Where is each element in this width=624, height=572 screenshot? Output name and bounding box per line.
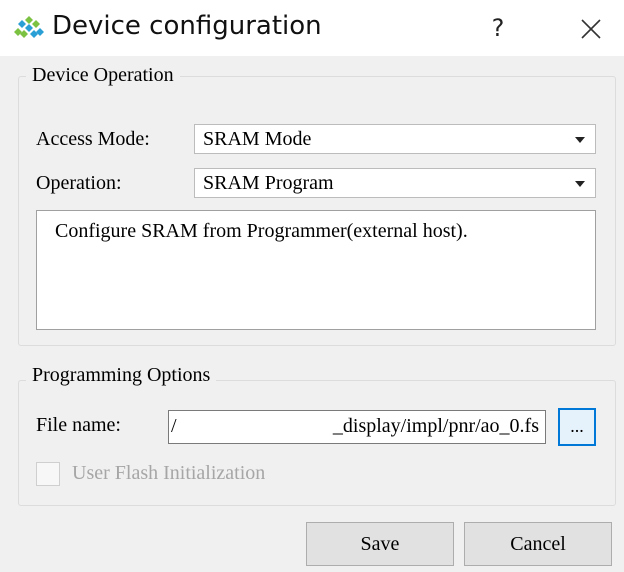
cancel-button[interactable]: Cancel	[464, 522, 612, 566]
user-flash-checkbox[interactable]	[36, 462, 60, 486]
save-button[interactable]: Save	[306, 522, 454, 566]
access-mode-select[interactable]: SRAM Mode	[194, 124, 596, 154]
operation-value: SRAM Program	[203, 172, 334, 194]
browse-button[interactable]: ...	[558, 408, 596, 446]
operation-description: Configure SRAM from Programmer(external …	[36, 210, 596, 330]
operation-label: Operation:	[36, 172, 122, 194]
access-mode-label: Access Mode:	[36, 128, 150, 150]
app-logo-icon	[14, 16, 44, 38]
device-operation-title: Device Operation	[26, 64, 180, 87]
dialog-body: Device Operation Access Mode: SRAM Mode …	[0, 56, 624, 572]
file-name-input[interactable]: / _display/impl/pnr/ao_0.fs	[168, 410, 546, 444]
chevron-down-icon	[575, 137, 585, 143]
help-button[interactable]: ?	[480, 10, 516, 46]
user-flash-label: User Flash Initialization	[72, 462, 266, 484]
window-title: Device configuration	[52, 11, 322, 41]
file-path-value: _display/impl/pnr/ao_0.fs	[332, 415, 539, 437]
title-bar: Device configuration ?	[0, 0, 624, 56]
programming-options-title: Programming Options	[26, 364, 217, 387]
close-icon[interactable]	[574, 12, 608, 46]
file-path-start: /	[171, 415, 177, 437]
operation-select[interactable]: SRAM Program	[194, 168, 596, 198]
file-name-label: File name:	[36, 414, 121, 436]
access-mode-value: SRAM Mode	[203, 128, 312, 150]
chevron-down-icon	[575, 181, 585, 187]
